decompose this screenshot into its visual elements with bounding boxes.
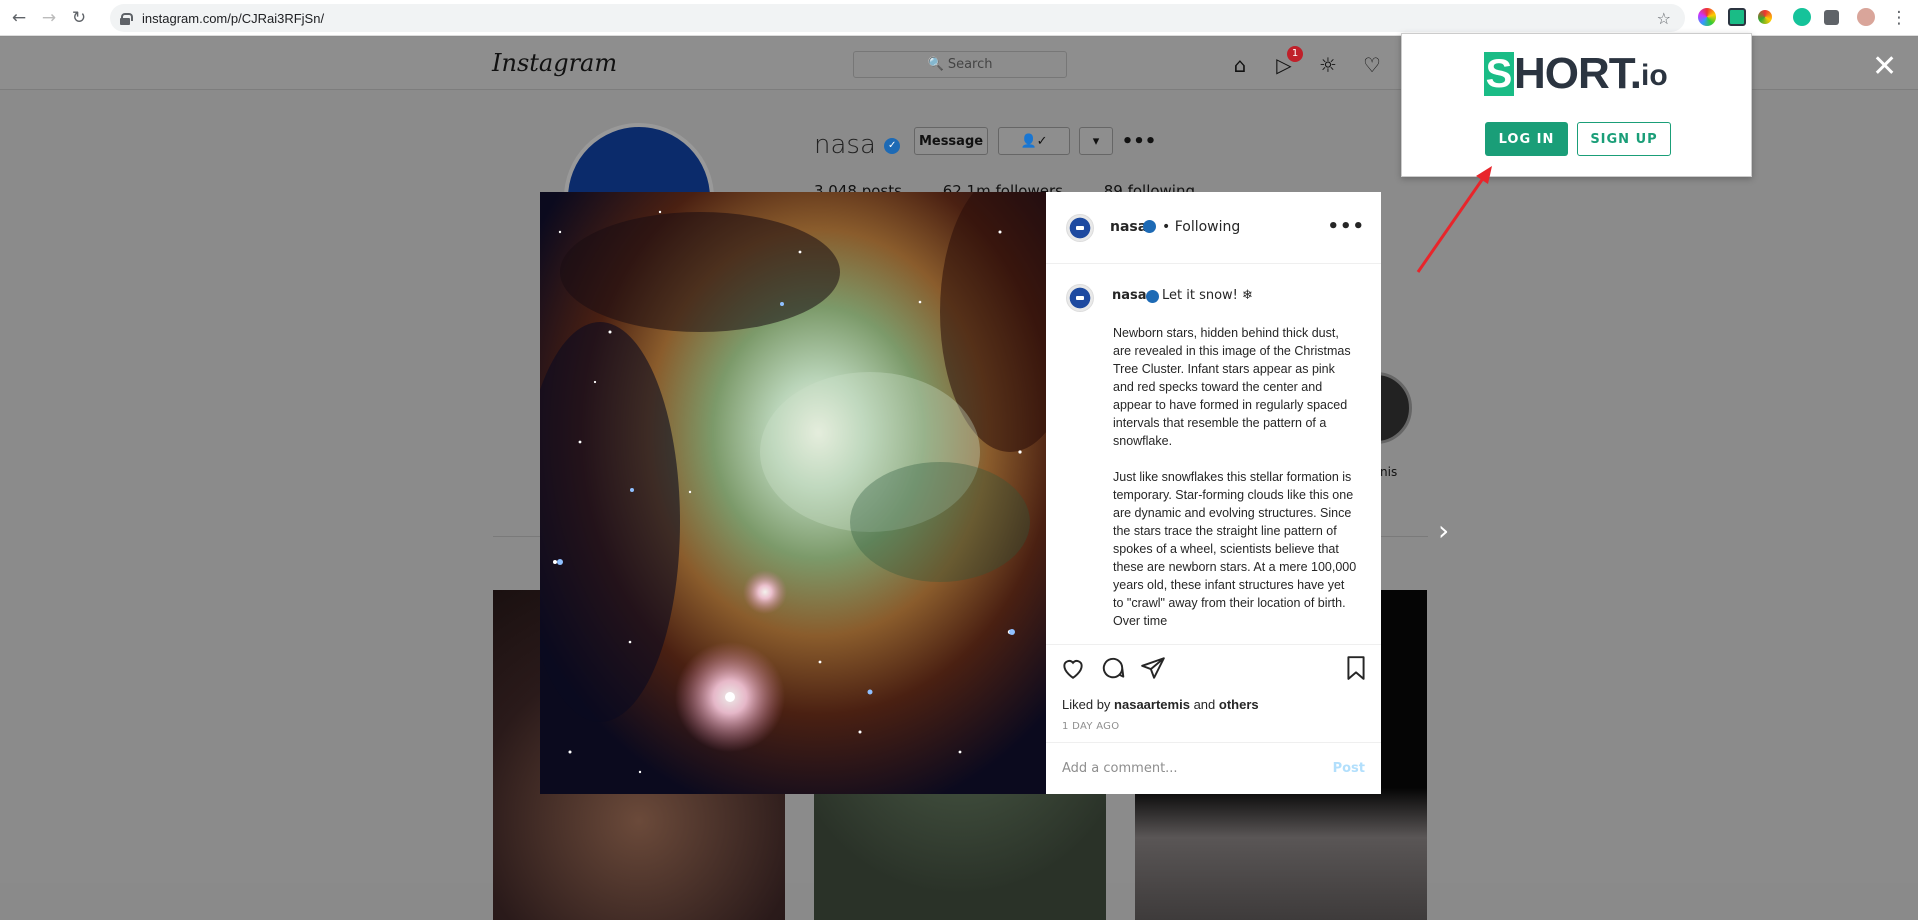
caption-paragraph: Newborn stars, hidden behind thick dust,…: [1113, 326, 1351, 448]
browser-toolbar: ← → ↻ instagram.com/p/CJRai3RFjSn/ ☆ ⋮: [0, 0, 1918, 36]
shortio-logo-text: HORT.: [1514, 49, 1642, 98]
shortio-logo-s: S: [1484, 52, 1514, 96]
grammarly-extension-icon[interactable]: [1793, 8, 1811, 26]
message-button[interactable]: Message: [914, 127, 988, 155]
liked-by-prefix: Liked by: [1062, 697, 1111, 712]
next-post-chevron-icon[interactable]: ›: [1438, 514, 1449, 547]
like-heart-icon[interactable]: [1060, 655, 1086, 681]
shortio-extension-icon[interactable]: [1728, 8, 1746, 26]
back-icon[interactable]: ←: [8, 7, 30, 29]
post-options-icon[interactable]: •••: [1327, 216, 1365, 237]
activity-heart-icon[interactable]: ♡: [1360, 53, 1384, 77]
bookmark-star-icon[interactable]: ☆: [1657, 9, 1671, 28]
post-actions: Liked by nasaartemis and others 1 DAY AG…: [1046, 644, 1381, 742]
profile-username-text: nasa: [814, 130, 876, 160]
shortio-logo: S HORT. io: [1484, 52, 1668, 96]
verified-badge-icon: ✓: [884, 137, 901, 154]
caption-author-avatar[interactable]: [1066, 284, 1094, 312]
post-author-username[interactable]: nasa: [1110, 219, 1147, 235]
notification-badge: 1: [1287, 46, 1303, 62]
profile-avatar-icon[interactable]: [1857, 8, 1875, 26]
annotation-arrow: [1416, 166, 1492, 273]
comment-box: Add a comment... Post: [1046, 742, 1381, 794]
extensions-puzzle-icon[interactable]: [1824, 10, 1839, 25]
verified-badge-icon: [1146, 290, 1159, 303]
colorpick-extension-icon[interactable]: [1698, 8, 1716, 26]
liked-by-and: and: [1193, 697, 1216, 712]
home-icon[interactable]: ⌂: [1228, 53, 1252, 77]
caption-username[interactable]: nasa: [1112, 288, 1147, 303]
caption-title: Let it snow! ❄: [1162, 288, 1253, 303]
story-highlight-label: nis: [1380, 465, 1398, 479]
lock-icon: [120, 12, 133, 25]
following-button[interactable]: 👤✓: [998, 127, 1070, 155]
chrome-extension-icon[interactable]: [1758, 10, 1772, 24]
close-modal-icon[interactable]: ✕: [1872, 52, 1897, 82]
caption-paragraph: Just like snowflakes this stellar format…: [1113, 470, 1357, 628]
login-button[interactable]: LOG IN: [1485, 122, 1568, 156]
forward-icon[interactable]: →: [38, 7, 60, 29]
post-caption-area: nasa Let it snow! ❄ Newborn stars, hidde…: [1046, 264, 1381, 644]
verified-badge-icon: [1143, 220, 1156, 233]
comment-icon[interactable]: [1100, 655, 1126, 681]
address-bar[interactable]: instagram.com/p/CJRai3RFjSn/ ☆: [110, 4, 1685, 32]
dropdown-button[interactable]: ▾: [1079, 127, 1113, 155]
liked-by-text: Liked by nasaartemis and others: [1062, 697, 1259, 712]
caption-text: Newborn stars, hidden behind thick dust,…: [1113, 324, 1358, 644]
search-placeholder: Search: [947, 57, 993, 72]
comment-input[interactable]: Add a comment...: [1062, 761, 1178, 776]
profile-username: nasa ✓: [814, 130, 901, 160]
save-bookmark-icon[interactable]: [1343, 655, 1369, 681]
following-status[interactable]: • Following: [1162, 219, 1240, 235]
shortio-popup: S HORT. io LOG IN SIGN UP: [1401, 33, 1752, 177]
instagram-logo[interactable]: Instagram: [492, 49, 617, 77]
liked-by-user[interactable]: nasaartemis: [1114, 697, 1190, 712]
reload-icon[interactable]: ↻: [68, 7, 90, 29]
post-header: nasa • Following •••: [1046, 192, 1381, 264]
liked-by-others[interactable]: others: [1219, 697, 1259, 712]
browser-menu-icon[interactable]: ⋮: [1888, 7, 1910, 29]
share-icon[interactable]: [1140, 655, 1166, 681]
search-input[interactable]: 🔍 Search: [853, 51, 1067, 78]
explore-icon[interactable]: ☼: [1316, 53, 1340, 77]
url-text[interactable]: instagram.com/p/CJRai3RFjSn/: [142, 11, 324, 26]
post-timestamp[interactable]: 1 DAY AGO: [1062, 721, 1119, 732]
post-author-avatar[interactable]: [1066, 214, 1094, 242]
post-comment-button[interactable]: Post: [1333, 761, 1365, 776]
signup-button[interactable]: SIGN UP: [1577, 122, 1671, 156]
post-image[interactable]: [540, 192, 1046, 794]
options-icon[interactable]: •••: [1122, 127, 1157, 155]
post-side-panel: nasa • Following ••• nasa Let it snow! ❄…: [1046, 192, 1381, 794]
shortio-logo-io: io: [1641, 59, 1668, 92]
